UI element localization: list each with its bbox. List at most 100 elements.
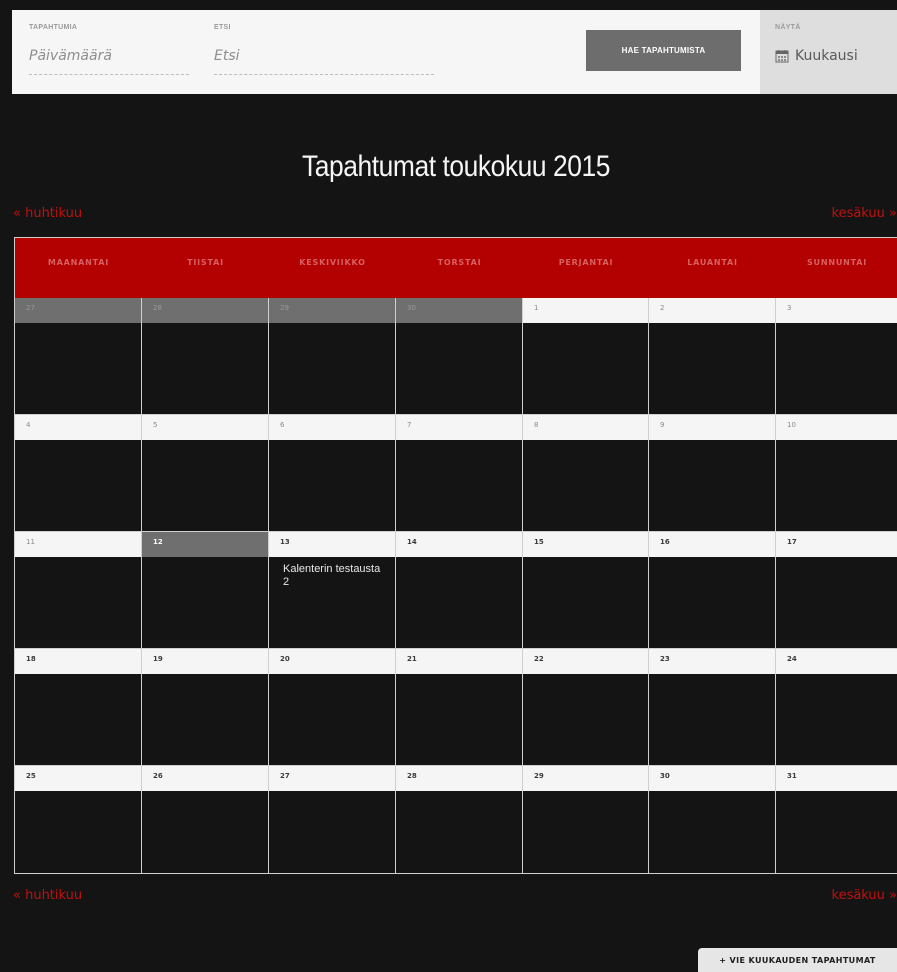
day-number[interactable]: 31 [776,766,897,791]
day-cell[interactable]: 8 [523,415,649,532]
day-cell[interactable]: 15 [523,532,649,649]
day-cell[interactable]: 25 [15,766,142,873]
day-cell[interactable]: 27 [15,298,142,415]
day-number[interactable]: 26 [142,766,268,791]
day-number[interactable]: 14 [396,532,522,557]
day-number[interactable]: 10 [776,415,897,440]
weekday-header: MAANANTAI TIISTAI KESKIVIIKKO TORSTAI PERJAN… [15,238,897,298]
day-number[interactable]: 23 [649,649,775,674]
day-number[interactable]: 29 [523,766,648,791]
weekday-6: LAUANTAI [687,258,738,267]
day-cell[interactable]: 4 [15,415,142,532]
day-number[interactable]: 24 [776,649,897,674]
view-selector-text: Kuukausi [795,48,858,64]
day-number[interactable]: 27 [269,766,395,791]
day-number[interactable]: 30 [396,298,522,323]
day-cell[interactable]: 16 [649,532,776,649]
day-cell[interactable]: 27 [269,766,396,873]
day-number[interactable]: 28 [142,298,268,323]
date-filter-label: TAPAHTUMIA [29,24,78,31]
day-cell[interactable]: 2 [649,298,776,415]
day-number[interactable]: 22 [523,649,648,674]
day-cell[interactable]: 17 [776,532,897,649]
day-cell[interactable]: 30 [396,298,523,415]
day-number[interactable]: 20 [269,649,395,674]
export-month-events-button[interactable]: + VIE KUUKAUDEN TAPAHTUMAT [698,948,897,972]
day-cell[interactable]: 18 [15,649,142,766]
day-number[interactable]: 18 [15,649,141,674]
search-events-button[interactable]: HAE TAPAHTUMISTA [586,30,741,71]
prev-month-link-bottom[interactable]: « huhtikuu [13,888,82,903]
weekday-2: TIISTAI [187,258,224,267]
day-number[interactable]: 25 [15,766,141,791]
day-cell[interactable]: 28 [396,766,523,873]
calendar-icon [775,50,789,63]
day-cell[interactable]: 24 [776,649,897,766]
date-input-underline [29,74,189,75]
day-cell[interactable]: 29 [269,298,396,415]
date-input[interactable]: Päivämäärä [29,47,112,65]
weekday-1: MAANANTAI [47,258,110,267]
day-number[interactable]: 5 [142,415,268,440]
day-cell[interactable]: 29 [523,766,649,873]
view-selector-value[interactable]: Kuukausi [775,48,858,64]
search-input[interactable]: Etsi [214,47,240,65]
day-number[interactable]: 9 [649,415,775,440]
weekday-4: TORSTAI [437,258,482,267]
view-selector-label: NÄYTÄ [775,24,801,31]
day-number[interactable]: 15 [523,532,648,557]
day-cell[interactable]: 31 [776,766,897,873]
day-number[interactable]: 29 [269,298,395,323]
prev-month-link-top[interactable]: « huhtikuu [13,206,82,221]
day-cell[interactable]: 9 [649,415,776,532]
day-cell[interactable]: 7 [396,415,523,532]
next-month-link-top[interactable]: kesäkuu » [832,206,897,221]
day-number[interactable]: 30 [649,766,775,791]
day-number[interactable]: 11 [15,532,141,557]
day-number[interactable]: 7 [396,415,522,440]
weekday-5: PERJANTAI [558,258,614,267]
day-number[interactable]: 16 [649,532,775,557]
event-filter-bar: TAPAHTUMIA Päivämäärä ETSI Etsi HAE TAPA… [12,10,897,94]
day-cell[interactable]: 12 [142,532,269,649]
month-calendar: MAANANTAI TIISTAI KESKIVIIKKO TORSTAI PERJAN… [14,237,897,874]
view-selector[interactable]: NÄYTÄ Kuukausi [760,10,897,94]
day-cell[interactable]: 20 [269,649,396,766]
day-cell[interactable]: 14 [396,532,523,649]
event-link[interactable]: Kalenterin testausta 2 [283,563,383,589]
day-number[interactable]: 3 [776,298,897,323]
day-cell[interactable]: 22 [523,649,649,766]
weekday-3: KESKIVIIKKO [299,258,366,267]
top-strip [0,0,897,10]
page-title: Tapahtumat toukokuu 2015 [302,150,610,183]
search-input-underline [214,74,434,75]
day-cell[interactable]: 13 Kalenterin testausta 2 [269,532,396,649]
day-number[interactable]: 21 [396,649,522,674]
day-cell[interactable]: 30 [649,766,776,873]
day-cell[interactable]: 21 [396,649,523,766]
day-number[interactable]: 12 [142,532,268,557]
next-month-link-bottom[interactable]: kesäkuu » [832,888,897,903]
day-number[interactable]: 19 [142,649,268,674]
day-number[interactable]: 27 [15,298,141,323]
day-number[interactable]: 6 [269,415,395,440]
day-cell[interactable]: 11 [15,532,142,649]
day-cell[interactable]: 5 [142,415,269,532]
day-number[interactable]: 2 [649,298,775,323]
day-cell[interactable]: 23 [649,649,776,766]
day-number[interactable]: 17 [776,532,897,557]
day-number[interactable]: 13 [269,532,395,557]
day-cell[interactable]: 28 [142,298,269,415]
day-number[interactable]: 8 [523,415,648,440]
day-cell[interactable]: 10 [776,415,897,532]
day-number[interactable]: 1 [523,298,648,323]
weekday-7: SUNNUNTAI [806,258,868,267]
search-filter-label: ETSI [214,24,231,31]
day-number[interactable]: 4 [15,415,141,440]
day-number[interactable]: 28 [396,766,522,791]
day-cell[interactable]: 3 [776,298,897,415]
day-cell[interactable]: 26 [142,766,269,873]
day-cell[interactable]: 19 [142,649,269,766]
day-cell[interactable]: 6 [269,415,396,532]
day-cell[interactable]: 1 [523,298,649,415]
